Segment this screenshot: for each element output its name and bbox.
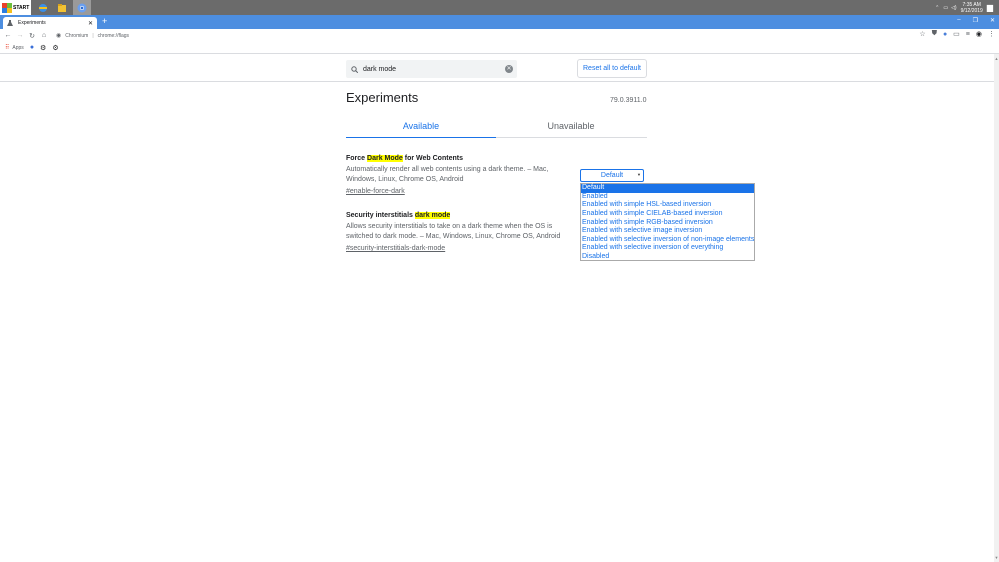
reset-all-button[interactable]: Reset all to default: [577, 59, 647, 78]
reload-icon[interactable]: ↻: [26, 32, 38, 40]
bookmark-globe-icon[interactable]: ●: [30, 44, 34, 51]
search-icon: [351, 65, 358, 73]
tab-title: Experiments: [18, 20, 46, 26]
dropdown-option[interactable]: Enabled with selective image inversion: [581, 227, 754, 236]
site-info-icon[interactable]: ◉: [56, 32, 61, 39]
taskbar-app-ie[interactable]: [34, 0, 52, 15]
experiment-description: Automatically render all web contents us…: [346, 166, 549, 183]
apps-shortcut[interactable]: ⠿ Apps: [5, 44, 24, 52]
star-icon[interactable]: ☆: [919, 30, 925, 38]
media-icon[interactable]: ≡: [966, 31, 970, 38]
experiment-description: Allows security interstitials to take on…: [346, 223, 561, 240]
scrollbar[interactable]: ▲ ▼: [994, 54, 999, 562]
system-tray: ⌃ ▭ ◁) 7:35 AM 9/12/2019 ▆: [935, 0, 999, 15]
new-tab-button[interactable]: +: [102, 17, 107, 26]
experiment-force-dark: Force Dark Mode for Web Contents Automat…: [346, 155, 566, 195]
clock-time: 7:35 AM: [962, 1, 981, 8]
clear-search-icon[interactable]: ✕: [505, 65, 513, 73]
page-title: Experiments: [346, 90, 419, 105]
omnibox-site: Chromium: [65, 32, 89, 39]
force-dark-select[interactable]: Default ▼: [580, 169, 644, 182]
select-dropdown: Default Enabled Enabled with simple HSL-ba…: [580, 183, 755, 261]
cast-icon[interactable]: ▭: [953, 30, 960, 38]
close-window-icon[interactable]: ✕: [990, 17, 995, 24]
experiment-permalink[interactable]: #enable-force-dark: [346, 188, 566, 195]
browser-tab[interactable]: Experiments ✕: [3, 17, 97, 29]
tab-available[interactable]: Available: [346, 121, 496, 131]
select-value: Default: [600, 172, 624, 179]
dropdown-option[interactable]: Enabled with selective inversion of non-…: [581, 236, 754, 245]
start-button[interactable]: START: [0, 0, 31, 15]
close-tab-icon[interactable]: ✕: [88, 20, 93, 27]
menu-icon[interactable]: ⋮: [988, 30, 995, 38]
bookmark-gear-icon[interactable]: ⚙: [40, 44, 46, 52]
back-icon[interactable]: ←: [2, 32, 14, 39]
bookmarks-bar: ⠿ Apps ● ⚙ ⚙: [0, 42, 999, 54]
flask-icon: [7, 20, 13, 26]
chromium-icon: [77, 3, 87, 12]
search-value: dark mode: [363, 65, 397, 73]
taskbar: START ⌃ ▭ ◁) 7:35 AM 9/12/2019 ▆: [0, 0, 999, 15]
internet-explorer-icon: [39, 3, 47, 12]
folder-icon: [58, 3, 66, 12]
windows-logo-icon: [2, 2, 12, 13]
flags-header: dark mode ✕ Reset all to default: [0, 54, 999, 82]
taskbar-app-chromium[interactable]: [73, 0, 91, 15]
dropdown-option[interactable]: Enabled with simple HSL-based inversion: [581, 201, 754, 210]
omnibox[interactable]: ◉ Chromium | chrome://flags: [56, 32, 130, 40]
extension-icon[interactable]: ●: [943, 31, 947, 38]
tab-strip: Experiments ✕ + – ❐ ✕: [0, 15, 999, 29]
dropdown-option[interactable]: Default: [581, 184, 754, 193]
window-controls: – ❐ ✕: [957, 17, 995, 24]
browser-toolbar: ← → ↻ ⌂ ◉ Chromium | chrome://flags ☆ ⛊ …: [0, 29, 999, 42]
start-label: START: [13, 4, 30, 11]
apps-grid-icon: ⠿: [5, 45, 10, 51]
chevron-up-icon[interactable]: ⌃: [935, 5, 939, 11]
omnibox-separator: |: [92, 32, 94, 39]
experiment-name: Force Dark Mode for Web Contents: [346, 155, 463, 162]
experiment-name: Security interstitials dark mode: [346, 212, 451, 219]
experiment-security-interstitials: Security interstitials dark mode Allows …: [346, 212, 566, 252]
clock-date: 9/12/2019: [960, 7, 983, 14]
active-tab-indicator: [346, 137, 496, 138]
profile-icon[interactable]: ◉: [976, 30, 982, 38]
version-label: 79.0.3911.0: [610, 97, 647, 104]
experiment-permalink[interactable]: #security-interstitials-dark-mode: [346, 245, 566, 252]
clock[interactable]: 7:35 AM 9/12/2019: [961, 2, 983, 14]
dropdown-option[interactable]: Disabled: [581, 253, 754, 262]
dropdown-option[interactable]: Enabled with selective inversion of ever…: [581, 244, 754, 253]
home-icon[interactable]: ⌂: [38, 32, 50, 39]
toolbar-actions: ☆ ⛊ ● ▭ ≡ ◉ ⋮: [919, 30, 995, 38]
shield-icon[interactable]: ⛊: [932, 30, 937, 38]
dropdown-option[interactable]: Enabled with simple RGB-based inversion: [581, 219, 754, 228]
apps-label: Apps: [12, 44, 24, 51]
tab-unavailable[interactable]: Unavailable: [496, 121, 646, 131]
forward-icon[interactable]: →: [14, 32, 26, 39]
bookmark-settings-icon[interactable]: ⚙: [52, 44, 58, 52]
scroll-down-icon[interactable]: ▼: [994, 555, 999, 560]
experiments-tabs: Available Unavailable: [346, 118, 647, 138]
search-input[interactable]: dark mode ✕: [346, 60, 517, 78]
notification-icon[interactable]: ▆: [987, 3, 993, 12]
minimize-icon[interactable]: –: [957, 17, 960, 24]
omnibox-url: chrome://flags: [97, 32, 130, 39]
chevron-down-icon: ▼: [637, 172, 641, 177]
network-icon[interactable]: ▭: [943, 5, 948, 11]
scroll-up-icon[interactable]: ▲: [994, 56, 999, 61]
restore-icon[interactable]: ❐: [973, 17, 978, 24]
volume-icon[interactable]: ◁): [951, 5, 957, 11]
taskbar-app-explorer[interactable]: [53, 0, 71, 15]
dropdown-option[interactable]: Enabled with simple CIELAB-based inversi…: [581, 210, 754, 219]
dropdown-option[interactable]: Enabled: [581, 193, 754, 202]
